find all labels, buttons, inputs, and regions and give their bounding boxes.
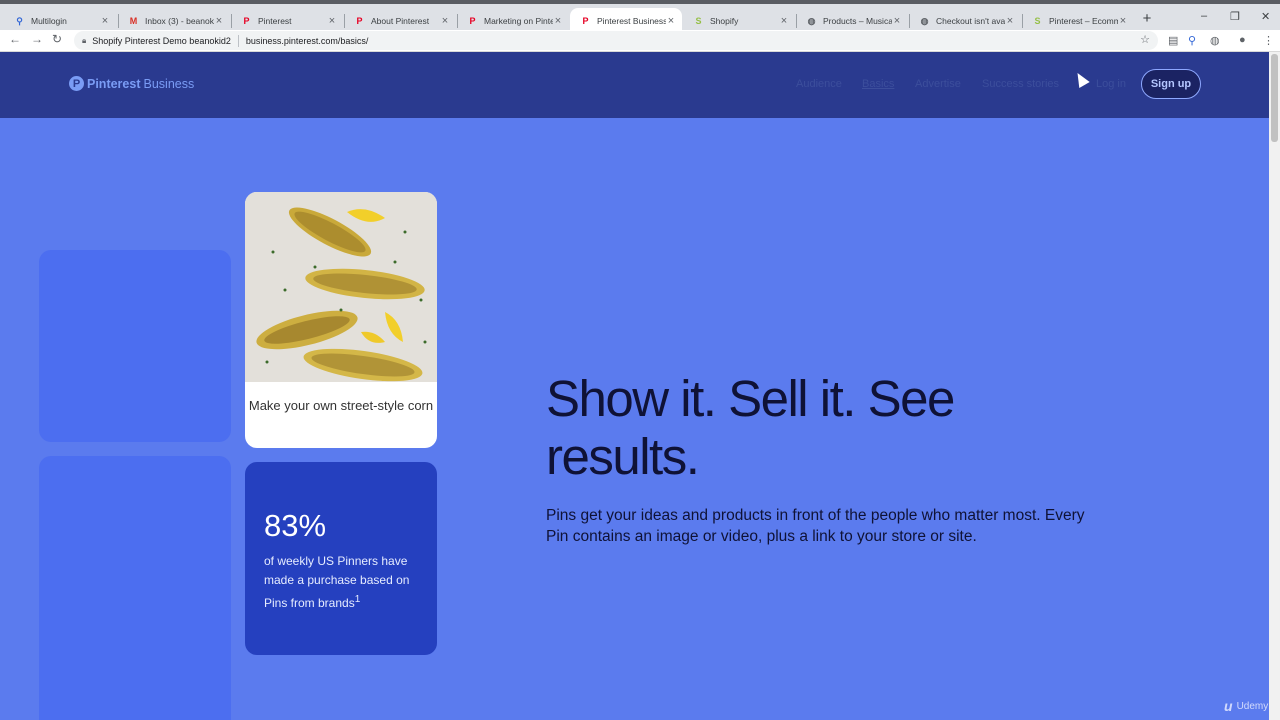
grilled-corn-image xyxy=(245,192,437,382)
reload-icon[interactable]: ↻ xyxy=(52,32,62,46)
close-icon[interactable]: × xyxy=(440,15,450,27)
udemy-logo-icon: u xyxy=(1224,698,1233,714)
placeholder-card xyxy=(39,250,231,442)
pinterest-icon: P xyxy=(243,16,250,26)
stat-value: 83% xyxy=(264,508,327,543)
browser-toolbar: ← → ↻ 🔒︎ Shopify Pinterest Demo beanokid… xyxy=(0,30,1280,52)
lock-icon: 🔒︎ xyxy=(82,35,87,45)
close-icon[interactable]: × xyxy=(214,15,224,27)
pinterest-icon: P xyxy=(582,16,589,26)
footnote-marker[interactable]: 1 xyxy=(355,594,361,605)
shopify-icon: S xyxy=(695,16,702,26)
window-close-icon[interactable]: ✕ xyxy=(1261,10,1270,23)
site-header: P Pinterest Business Audience Basics Adv… xyxy=(0,52,1280,118)
tab-title: Shopify xyxy=(710,16,739,26)
logo-text-bold: Pinterest xyxy=(87,76,141,91)
signup-button[interactable]: Sign up xyxy=(1141,69,1201,99)
tab-title: Pinterest xyxy=(258,16,292,26)
tab-title: Products – Musical xyxy=(823,16,892,26)
pin-card[interactable]: Make your own street-style corn xyxy=(245,192,437,448)
placeholder-card xyxy=(39,456,231,720)
close-icon[interactable]: × xyxy=(1005,15,1015,27)
hero-body-text: Pins get your ideas and products in fron… xyxy=(546,507,1085,545)
globe-icon: ◍ xyxy=(920,15,929,26)
tab-title: Inbox (3) - beanoki xyxy=(145,16,214,26)
close-icon[interactable]: × xyxy=(666,15,676,27)
pinterest-icon: P xyxy=(469,16,476,26)
tab-title: Pinterest – Ecomme xyxy=(1049,16,1118,26)
restore-icon[interactable]: ❐ xyxy=(1230,10,1240,23)
menu-kebab-icon[interactable]: ⋮ xyxy=(1263,34,1274,47)
back-arrow-icon[interactable]: ← xyxy=(9,32,21,46)
hero-headline: Show it. Sell it. See results. xyxy=(546,370,955,485)
stat-description: of weekly US Pinners have made a purchas… xyxy=(264,554,410,610)
address-bar[interactable]: 🔒︎ Shopify Pinterest Demo beanokid2 busi… xyxy=(74,31,1158,50)
tab-title: Pinterest Business xyxy=(597,16,666,26)
pin-caption: Make your own street-style corn xyxy=(248,398,434,413)
close-icon[interactable]: × xyxy=(779,15,789,27)
site-identity: Shopify Pinterest Demo beanokid2 xyxy=(92,35,231,46)
nav-audience[interactable]: Audience xyxy=(796,78,842,90)
udemy-watermark: u Udemy xyxy=(1224,698,1268,714)
browser-tab-strip: ⚲ Multilogin × M Inbox (3) - beanoki × P… xyxy=(0,0,1280,34)
globe-icon: ◍ xyxy=(807,15,816,26)
gmail-icon: M xyxy=(129,16,138,26)
close-icon[interactable]: × xyxy=(327,15,337,27)
tab-title: About Pinterest xyxy=(371,16,430,26)
close-icon[interactable]: × xyxy=(100,15,110,27)
multilogin-icon: ⚲ xyxy=(16,15,23,26)
multilogin-extension-icon[interactable]: ⚲ xyxy=(1188,34,1196,47)
url-text: business.pinterest.com/basics/ xyxy=(245,35,369,46)
stat-card: 83% of weekly US Pinners have made a pur… xyxy=(245,462,437,655)
nav-advertise[interactable]: Advertise xyxy=(915,78,961,90)
tab-title: Checkout isn't avail xyxy=(936,16,1005,26)
pinterest-icon: P xyxy=(356,16,363,26)
tab-title: Multilogin xyxy=(31,16,67,26)
tab-title: Marketing on Pinte xyxy=(484,16,553,26)
nav-success-stories[interactable]: Success stories xyxy=(982,78,1059,90)
close-icon[interactable]: × xyxy=(892,15,902,27)
shopify-icon: S xyxy=(1034,16,1041,26)
login-link[interactable]: Log in xyxy=(1096,78,1126,90)
forward-arrow-icon[interactable]: → xyxy=(31,32,43,46)
new-tab-plus-icon[interactable]: + xyxy=(1140,10,1154,28)
close-icon[interactable]: × xyxy=(553,15,563,27)
reader-icon[interactable]: ▤ xyxy=(1168,34,1178,47)
profile-avatar-icon[interactable]: ● xyxy=(1239,34,1246,46)
pinterest-business-logo[interactable]: P Pinterest Business xyxy=(69,76,194,91)
logo-text-regular: Business xyxy=(143,76,195,91)
pinterest-logo-icon: P xyxy=(69,76,84,91)
globe-extension-icon[interactable]: ◍ xyxy=(1210,34,1220,47)
watermark-text: Udemy xyxy=(1236,700,1269,712)
close-icon[interactable]: × xyxy=(1118,15,1128,27)
bookmark-star-icon[interactable]: ☆ xyxy=(1140,33,1150,46)
minimize-icon[interactable]: – xyxy=(1201,10,1207,22)
nav-basics[interactable]: Basics xyxy=(862,78,894,90)
page-scrollbar[interactable] xyxy=(1269,52,1280,720)
scrollbar-thumb[interactable] xyxy=(1271,54,1278,142)
